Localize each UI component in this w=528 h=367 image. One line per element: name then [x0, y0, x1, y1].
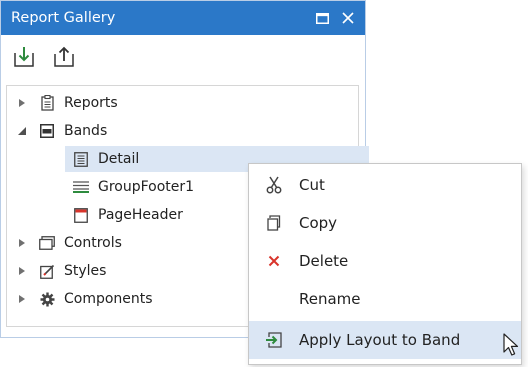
tree-item-label: Detail: [98, 151, 140, 167]
tree-item-label: Components: [64, 291, 153, 307]
detail-band-icon: [73, 151, 89, 167]
export-button[interactable]: [51, 44, 77, 70]
tree-item-groupfooter1[interactable]: GroupFooter1: [73, 174, 194, 200]
mouse-cursor-icon: [503, 333, 519, 356]
title-bar: Report Gallery: [1, 1, 365, 35]
expand-arrow-icon[interactable]: [17, 238, 27, 248]
menu-item-rename[interactable]: Rename: [249, 280, 521, 318]
tree-item-label: Controls: [64, 235, 122, 251]
group-footer-icon: [73, 179, 89, 195]
copy-icon: [249, 215, 299, 231]
import-button[interactable]: [11, 44, 37, 70]
tree-item-label: PageHeader: [98, 207, 183, 223]
close-icon: [342, 12, 354, 24]
apply-layout-icon: [249, 332, 299, 348]
context-menu: Cut Copy Delete Rename Apply Layout to B…: [248, 163, 522, 365]
menu-item-label: Cut: [299, 176, 325, 194]
scissors-icon: [249, 176, 299, 194]
tree-item-pageheader[interactable]: PageHeader: [73, 202, 183, 228]
tree-item-bands[interactable]: Bands: [7, 118, 107, 144]
expand-arrow-icon[interactable]: [17, 98, 27, 108]
tree-item-reports[interactable]: Reports: [7, 90, 118, 116]
tree-item-label: GroupFooter1: [98, 179, 195, 195]
menu-item-cut[interactable]: Cut: [249, 166, 521, 204]
menu-item-delete[interactable]: Delete: [249, 242, 521, 280]
tree-item-controls[interactable]: Controls: [7, 230, 122, 256]
expand-arrow-icon[interactable]: [17, 294, 27, 304]
close-button[interactable]: [339, 9, 357, 27]
collapse-arrow-icon[interactable]: [17, 126, 27, 136]
import-icon: [14, 47, 34, 67]
menu-item-apply-layout[interactable]: Apply Layout to Band: [249, 321, 521, 359]
tree-item-styles[interactable]: Styles: [7, 258, 106, 284]
expand-arrow-icon[interactable]: [17, 266, 27, 276]
menu-item-label: Apply Layout to Band: [299, 331, 461, 349]
menu-item-copy[interactable]: Copy: [249, 204, 521, 242]
restore-button[interactable]: [313, 9, 331, 27]
menu-item-label: Delete: [299, 252, 349, 270]
controls-icon: [39, 235, 55, 251]
tree-item-components[interactable]: Components: [7, 286, 153, 312]
toolbar: [1, 35, 365, 79]
tree-item-label: Styles: [64, 263, 107, 279]
bands-icon: [39, 123, 55, 139]
menu-item-label: Copy: [299, 214, 338, 232]
delete-icon: [249, 255, 299, 267]
page-header-icon: [73, 207, 89, 223]
components-icon: [39, 291, 55, 307]
tree-item-label: Bands: [64, 123, 108, 139]
restore-icon: [315, 12, 329, 24]
panel-title: Report Gallery: [11, 10, 116, 26]
export-icon: [54, 46, 74, 67]
menu-item-label: Rename: [299, 290, 361, 308]
reports-icon: [39, 95, 55, 111]
styles-icon: [39, 263, 55, 279]
tree-item-label: Reports: [64, 95, 118, 111]
